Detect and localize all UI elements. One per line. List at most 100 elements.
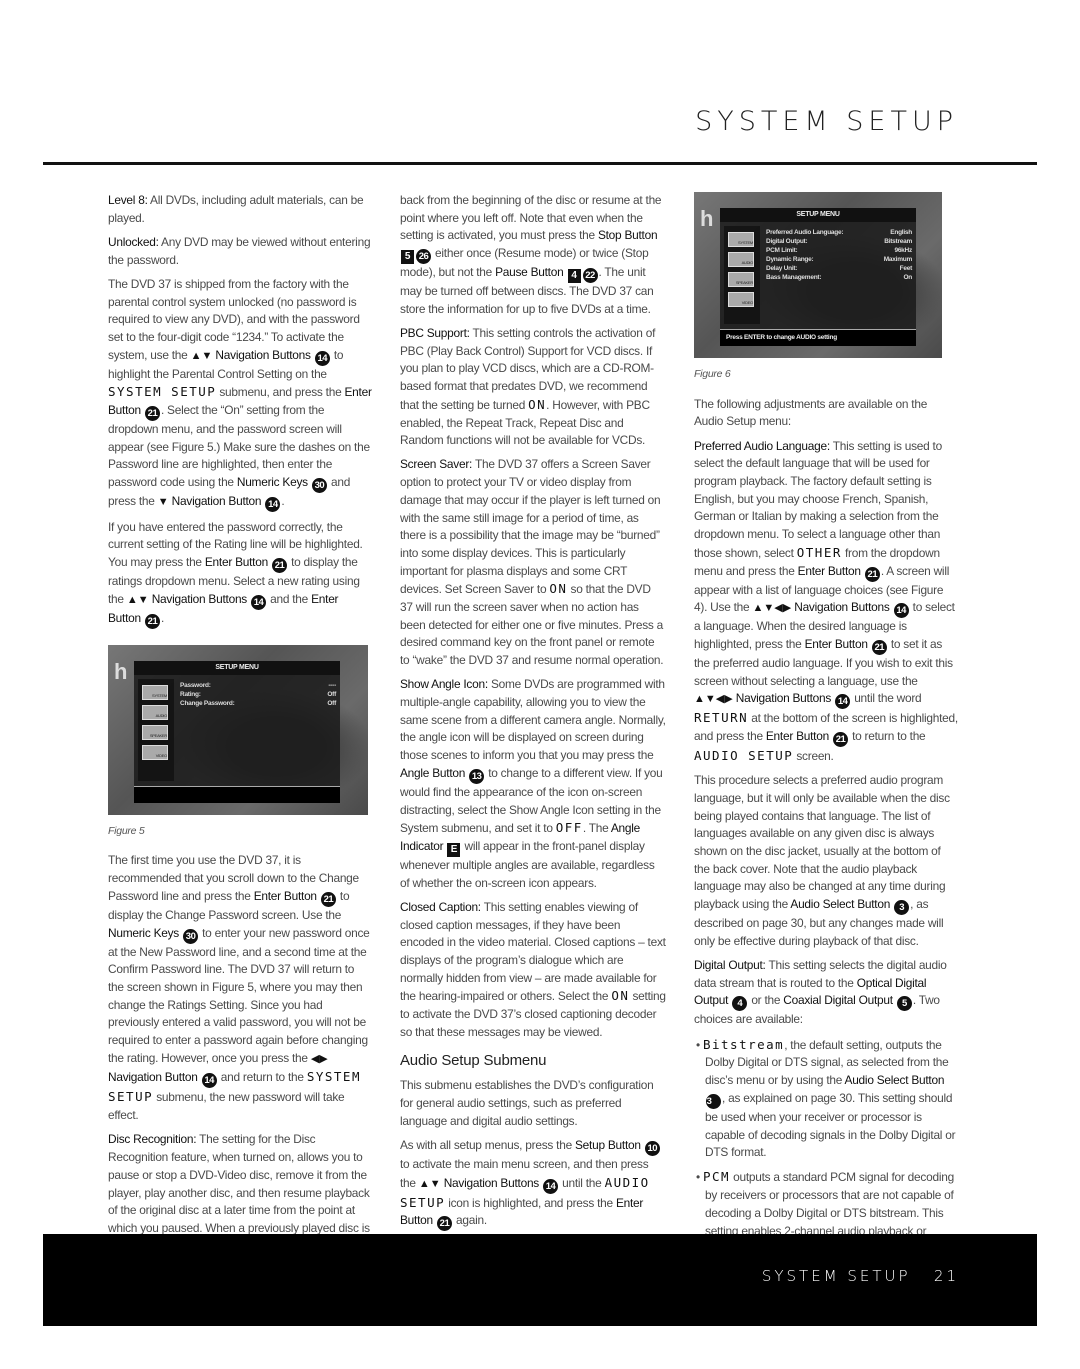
keyword: Preferred Audio Language: (694, 438, 830, 453)
keyword: Stop Button (597, 228, 658, 243)
figure5-screenshot: h SETUP MENU SYSTEM AUDIO SPEAKER VIDEO Passwo… (108, 644, 368, 815)
menu-icon-audio: AUDIO (142, 704, 168, 720)
keyword: Navigation Button (108, 1070, 198, 1085)
text: screen. (793, 749, 834, 764)
text: This setting is used to select the defau… (694, 438, 942, 560)
arrow-icons: ▲▼◀▶ (694, 693, 733, 706)
keyword: Navigation Buttons (443, 1175, 540, 1190)
button-number-badge: 3 (894, 900, 910, 916)
text: icon is highlighted, and press the (445, 1195, 616, 1210)
menu-status-bar (134, 785, 340, 803)
paragraph: If you have entered the password correct… (108, 519, 372, 629)
menu-icon-sidebar: SYSTEM AUDIO SPEAKER VIDEO (724, 226, 760, 324)
text: until the (559, 1175, 605, 1190)
button-number-badge: 21 (864, 566, 880, 582)
paragraph: Show Angle Icon: Some DVDs are programme… (400, 676, 666, 892)
logo-h-icon: h (700, 206, 714, 231)
display-text: ON (528, 396, 547, 412)
text (890, 600, 893, 614)
button-number-badge: 3 (706, 1093, 721, 1109)
text: • (696, 1170, 703, 1185)
menu-row-label: Dynamic Range: (766, 256, 814, 263)
keyword: Navigation Buttons (151, 591, 248, 606)
menu-row-label: Rating: (180, 690, 201, 698)
menu-icon-system: SYSTEM (142, 684, 168, 700)
figure-caption: Figure 6 (694, 368, 731, 380)
text: and the (267, 591, 312, 606)
button-number-badge: 21 (144, 406, 160, 422)
menu-row-label: Digital Output: (766, 238, 808, 245)
text (433, 1213, 436, 1227)
text: and return to the (217, 1070, 307, 1085)
menu-row: PCM Limit: 96kHz (766, 246, 912, 255)
paragraph: Digital Output: This setting selects the… (694, 957, 958, 1029)
paragraph: The following adjustments are available … (694, 396, 958, 431)
figure6-wrapper: h SETUP MENU SYSTEM AUDIO SPEAKER VIDEO Prefer… (694, 192, 958, 384)
keyword: PBC Support: (400, 326, 470, 341)
menu-icon-video: VIDEO (728, 292, 754, 307)
text (198, 1070, 201, 1084)
button-number-badge: 14 (543, 1178, 559, 1194)
menu-row: Delay Unit: Feet (766, 264, 912, 273)
bullet-item: • Bitstream, the default setting, output… (694, 1036, 958, 1162)
button-number-badge: 10 (644, 1140, 660, 1156)
keyword: Navigation Button (171, 494, 262, 509)
menu-rows: Preferred Audio Language: English Digital … (766, 228, 912, 282)
menu-row-value: ---- (328, 681, 336, 689)
setup-menu-panel: SETUP MENU SYSTEM AUDIO SPEAKER VIDEO Preferr… (720, 208, 916, 346)
paragraph: The first time you use the DVD 37, it is… (108, 852, 372, 1124)
button-number-badge: 22 (582, 268, 598, 284)
text: As with all setup menus, press the (400, 1137, 575, 1152)
keyword: Digital Output: (694, 958, 766, 973)
paragraph: This submenu establishes the DVD’s confi… (400, 1077, 666, 1130)
button-number-badge: 5 (896, 996, 912, 1012)
menu-row: Rating: Off (180, 690, 336, 699)
display-text: RETURN (694, 710, 749, 726)
text (261, 494, 264, 508)
column-3: h SETUP MENU SYSTEM AUDIO SPEAKER VIDEO Prefer… (694, 192, 958, 1264)
button-number-badge: 14 (265, 497, 281, 513)
text: , as explained on page 30. This setting … (705, 1090, 956, 1160)
keyword: Navigation Buttons (215, 347, 311, 362)
menu-row-value: Off (327, 690, 336, 698)
display-text: OFF (555, 820, 583, 836)
column-2: back from the beginning of the disc or r… (400, 192, 666, 1238)
menu-row-value: Bitstream (884, 238, 912, 245)
button-number-badge: 30 (183, 928, 199, 944)
button-number-badge: 14 (201, 1073, 217, 1089)
keyword: Audio Select Button (844, 1073, 945, 1088)
menu-row: Change Password: Off (180, 699, 336, 708)
menu-row-label: PCM Limit: (766, 247, 798, 254)
menu-row-value: Off (327, 699, 336, 707)
text: or the (748, 993, 784, 1008)
keyword: Setup Button (574, 1137, 641, 1152)
menu-title: SETUP MENU (720, 208, 916, 222)
menu-status-bar: Press ENTER to change AUDIO setting (720, 329, 916, 346)
text (868, 637, 871, 651)
button-number-badge: 14 (314, 350, 330, 366)
display-text: AUDIO SETUP (694, 748, 794, 764)
footer-label: SYSTEM SETUP 21 (762, 1267, 959, 1285)
text: to enter your new password once at the N… (108, 925, 370, 1065)
display-text: PCM (702, 1169, 731, 1185)
text: to return to the (849, 729, 926, 744)
keyword: Screen Saver: (400, 457, 473, 472)
text (268, 555, 271, 569)
menu-row: Bass Management: On (766, 273, 912, 282)
display-text: ON (549, 581, 568, 597)
menu-row-value: Feet (899, 265, 913, 272)
text (831, 691, 834, 705)
text: The following adjustments are available … (694, 396, 928, 429)
arrow-icons: ▲▼◀▶ (752, 602, 792, 615)
button-number-badge: 13 (469, 768, 485, 784)
menu-row: Preferred Audio Language: English (766, 228, 912, 237)
keyword: Enter Button (204, 555, 268, 570)
keyword: Unlocked: (108, 234, 159, 249)
keyword: Level 8: (108, 193, 148, 207)
keyword: Navigation Buttons (794, 600, 890, 615)
text (247, 592, 250, 606)
text (311, 348, 314, 362)
menu-row-value: 96kHz (894, 247, 912, 254)
text: . (160, 610, 165, 625)
paragraph: Closed Caption: This setting enables vie… (400, 899, 666, 1042)
